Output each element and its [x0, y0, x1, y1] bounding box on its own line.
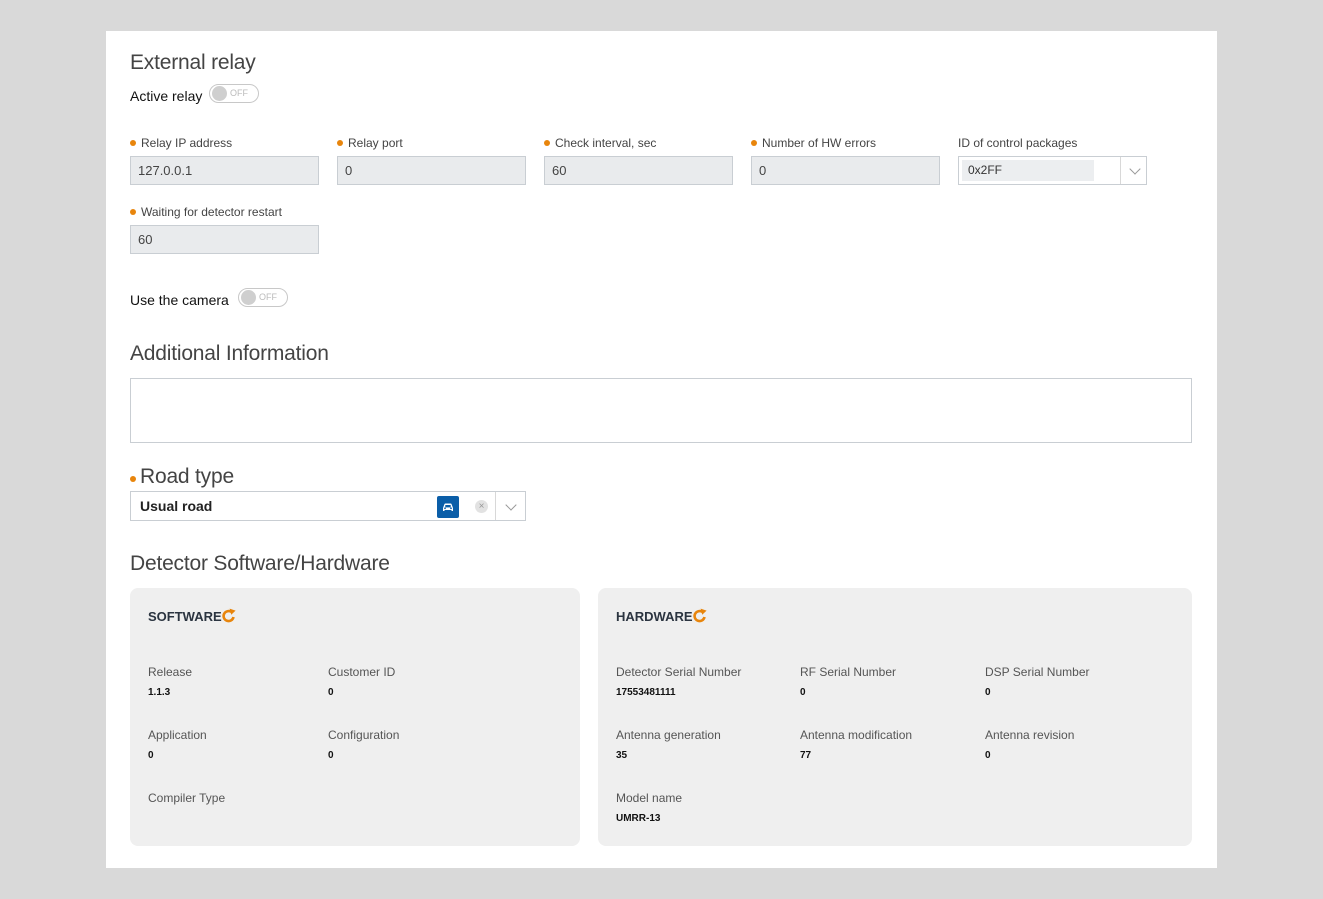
toggle-state-text: OFF	[230, 88, 248, 98]
active-relay-toggle[interactable]: OFF	[209, 84, 259, 103]
hw-errors-label: Number of HW errors	[751, 136, 876, 150]
required-dot	[337, 140, 343, 146]
software-card: SOFTWARE Release 1.1.3 Customer ID 0 App…	[130, 588, 580, 846]
hw-errors-input[interactable]: 0	[751, 156, 940, 185]
control-packages-value: 0x2FF	[962, 160, 1094, 181]
detector-serial-value: 17553481111	[616, 687, 676, 698]
software-title: SOFTWARE	[148, 609, 222, 624]
use-camera-toggle[interactable]: OFF	[238, 288, 288, 307]
dsp-serial-value: 0	[985, 687, 991, 698]
required-dot	[544, 140, 550, 146]
settings-panel: External relay Active relay OFF Relay IP…	[106, 31, 1217, 868]
detector-restart-input[interactable]: 60	[130, 225, 319, 254]
required-dot	[751, 140, 757, 146]
detector-restart-label: Waiting for detector restart	[130, 205, 282, 219]
toggle-state-text: OFF	[259, 292, 277, 302]
hardware-title: HARDWARE	[616, 609, 693, 624]
toggle-knob	[241, 290, 256, 305]
clear-icon[interactable]: ×	[475, 500, 488, 513]
chevron-down-icon[interactable]	[505, 499, 517, 511]
rf-serial-label: RF Serial Number	[800, 665, 897, 679]
release-value: 1.1.3	[148, 687, 171, 698]
antenna-modification-value: 77	[800, 750, 812, 761]
select-divider	[1120, 157, 1121, 184]
road-type-select[interactable]: Usual road ×	[130, 491, 526, 521]
check-interval-input[interactable]: 60	[544, 156, 733, 185]
customer-id-label: Customer ID	[328, 665, 396, 679]
relay-port-input[interactable]: 0	[337, 156, 526, 185]
select-divider	[495, 492, 496, 520]
dsp-serial-label: DSP Serial Number	[985, 665, 1090, 679]
refresh-icon[interactable]	[692, 608, 708, 624]
road-type-value: Usual road	[140, 498, 213, 514]
configuration-value: 0	[328, 750, 334, 761]
antenna-generation-label: Antenna generation	[616, 728, 721, 742]
antenna-revision-label: Antenna revision	[985, 728, 1075, 742]
refresh-icon[interactable]	[221, 608, 237, 624]
toggle-knob	[212, 86, 227, 101]
required-dot	[130, 140, 136, 146]
model-name-label: Model name	[616, 791, 683, 805]
antenna-revision-value: 0	[985, 750, 991, 761]
hardware-card: HARDWARE Detector Serial Number 17553481…	[598, 588, 1192, 846]
detector-serial-label: Detector Serial Number	[616, 665, 742, 679]
antenna-modification-label: Antenna modification	[800, 728, 913, 742]
application-label: Application	[148, 728, 207, 742]
use-camera-label: Use the camera	[130, 292, 229, 308]
active-relay-label: Active relay	[130, 88, 203, 104]
control-packages-select[interactable]: 0x2FF	[958, 156, 1147, 185]
application-value: 0	[148, 750, 154, 761]
additional-info-title: Additional Information	[130, 342, 329, 365]
chevron-down-icon[interactable]	[1129, 163, 1141, 175]
customer-id-value: 0	[328, 687, 334, 698]
relay-port-label: Relay port	[337, 136, 403, 150]
car-icon	[437, 496, 459, 518]
configuration-label: Configuration	[328, 728, 400, 742]
detector-title: Detector Software/Hardware	[130, 552, 390, 575]
check-interval-label: Check interval, sec	[544, 136, 656, 150]
required-dot	[130, 476, 136, 482]
external-relay-title: External relay	[130, 51, 256, 74]
rf-serial-value: 0	[800, 687, 806, 698]
model-name-value: UMRR-13	[616, 813, 661, 824]
compiler-type-label: Compiler Type	[148, 791, 226, 805]
additional-info-textarea[interactable]	[130, 378, 1192, 443]
antenna-generation-value: 35	[616, 750, 628, 761]
release-label: Release	[148, 665, 193, 679]
relay-ip-input[interactable]: 127.0.0.1	[130, 156, 319, 185]
road-type-title: Road type	[130, 465, 234, 489]
control-packages-label: ID of control packages	[958, 136, 1078, 150]
required-dot	[130, 209, 136, 215]
relay-ip-label: Relay IP address	[130, 136, 232, 150]
